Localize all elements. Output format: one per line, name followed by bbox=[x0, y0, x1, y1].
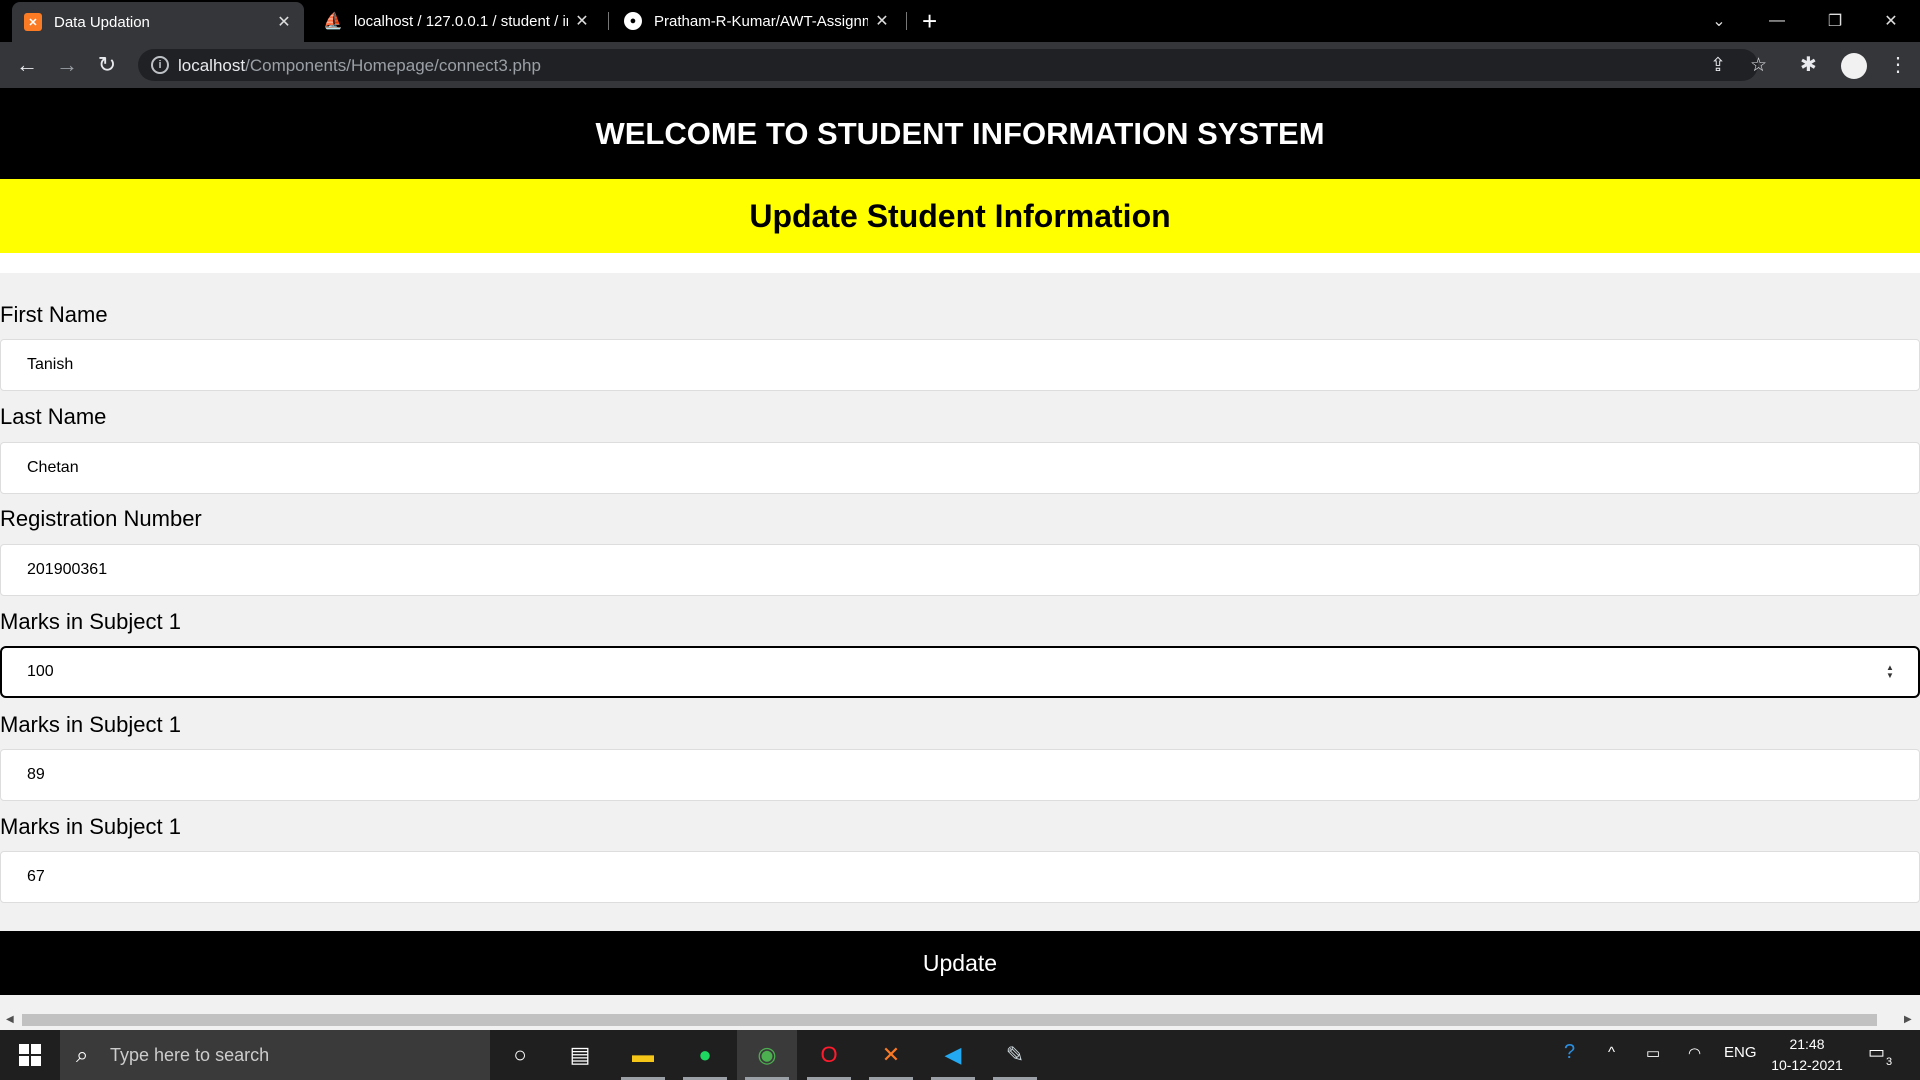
bookmark-star-icon[interactable]: ☆ bbox=[1750, 54, 1767, 77]
extensions-puzzle-icon[interactable]: ✱ bbox=[1800, 52, 1817, 77]
xampp-taskbar-icon[interactable]: ✕ bbox=[861, 1030, 921, 1080]
language-indicator[interactable]: ENG bbox=[1724, 1044, 1757, 1061]
tab-github[interactable]: ● Pratham-R-Kumar/AWT-Assignm ✕ bbox=[612, 0, 902, 42]
marks-subject-2-input[interactable]: 89 bbox=[0, 749, 1920, 801]
close-tab-icon[interactable]: ✕ bbox=[874, 11, 890, 31]
last-name-label: Last Name bbox=[0, 404, 107, 429]
number-spinner-icon[interactable]: ▲ ▼ bbox=[1886, 664, 1896, 680]
marks-subject-1-label: Marks in Subject 1 bbox=[0, 609, 181, 634]
close-tab-icon[interactable]: ✕ bbox=[574, 11, 590, 31]
xampp-icon: ✕ bbox=[24, 13, 42, 31]
search-placeholder: Type here to search bbox=[110, 1045, 270, 1065]
url-path: /Components/Homepage/connect3.php bbox=[245, 56, 541, 75]
clock-time: 21:48 bbox=[1789, 1036, 1825, 1052]
profile-avatar[interactable] bbox=[1841, 53, 1867, 79]
tab-data-updation[interactable]: ✕ Data Updation ✕ bbox=[12, 2, 304, 42]
close-tab-icon[interactable]: ✕ bbox=[276, 12, 292, 32]
paint-icon[interactable]: ✎ bbox=[985, 1030, 1045, 1080]
scroll-right-icon[interactable]: ▶ bbox=[1904, 1014, 1912, 1025]
address-bar[interactable]: i localhost/Components/Homepage/connect3… bbox=[138, 49, 1767, 81]
restore-icon[interactable]: ❐ bbox=[1806, 0, 1864, 42]
taskbar-clock[interactable]: 21:48 10-12-2021 bbox=[1764, 1034, 1850, 1076]
marks-subject-2-label: Marks in Subject 1 bbox=[0, 712, 181, 737]
horizontal-scrollbar[interactable]: ◀ ▶ bbox=[0, 1010, 1920, 1030]
spotify-icon[interactable]: ● bbox=[675, 1030, 735, 1080]
site-header: WELCOME TO STUDENT INFORMATION SYSTEM bbox=[0, 88, 1920, 179]
new-tab-icon[interactable]: + bbox=[922, 6, 937, 37]
battery-icon[interactable]: ▭ bbox=[1646, 1044, 1660, 1062]
tab-title: localhost / 127.0.0.1 / student / ir bbox=[354, 12, 568, 30]
taskbar-search-box[interactable]: ⌕ Type here to search bbox=[60, 1030, 490, 1080]
scrollbar-thumb[interactable] bbox=[22, 1014, 1877, 1026]
tab-divider bbox=[906, 12, 907, 30]
notification-badge: 3 bbox=[1886, 1056, 1893, 1068]
task-view-icon[interactable]: ▤ bbox=[550, 1030, 610, 1080]
clock-date: 10-12-2021 bbox=[1771, 1057, 1843, 1073]
show-hidden-icons-chevron-icon[interactable]: ^ bbox=[1608, 1044, 1615, 1061]
tab-divider bbox=[608, 12, 609, 30]
search-icon: ⌕ bbox=[76, 1042, 89, 1067]
browser-tab-strip: ✕ Data Updation ✕ ⛵ localhost / 127.0.0.… bbox=[0, 0, 1920, 42]
marks-subject-3-label: Marks in Subject 1 bbox=[0, 814, 181, 839]
wifi-icon[interactable]: ◠ bbox=[1688, 1044, 1701, 1062]
last-name-input[interactable]: Chetan bbox=[0, 442, 1920, 494]
marks-subject-1-value: 100 bbox=[27, 663, 54, 680]
tab-title: Data Updation bbox=[54, 13, 150, 31]
tab-search-icon[interactable]: ⌄ bbox=[1690, 0, 1748, 42]
url-text[interactable]: localhost/Components/Homepage/connect3.p… bbox=[178, 56, 541, 76]
first-name-input[interactable]: Tanish bbox=[0, 339, 1920, 391]
marks-subject-3-input[interactable]: 67 bbox=[0, 851, 1920, 903]
registration-number-input[interactable]: 201900361 bbox=[0, 544, 1920, 596]
url-host: localhost bbox=[178, 56, 246, 75]
share-icon[interactable]: ⇪ bbox=[1710, 54, 1726, 77]
minimize-icon[interactable]: — bbox=[1748, 0, 1806, 42]
update-button[interactable]: Update bbox=[0, 931, 1920, 995]
site-info-icon[interactable]: i bbox=[151, 56, 169, 74]
help-icon[interactable]: ? bbox=[1564, 1041, 1575, 1064]
file-explorer-icon[interactable]: ▬ bbox=[613, 1030, 673, 1080]
scroll-left-icon[interactable]: ◀ bbox=[6, 1014, 14, 1025]
close-window-icon[interactable]: ✕ bbox=[1862, 0, 1920, 42]
divider-strip bbox=[0, 253, 1920, 273]
phpmyadmin-icon: ⛵ bbox=[323, 13, 343, 30]
windows-taskbar: ⌕ Type here to search ○ ▤ ▬ ● ◉ O ✕ ◀ ✎ … bbox=[0, 1030, 1920, 1080]
github-icon: ● bbox=[624, 12, 642, 30]
opera-icon[interactable]: O bbox=[799, 1030, 859, 1080]
chrome-icon[interactable]: ◉ bbox=[737, 1030, 797, 1080]
windows-start-icon[interactable] bbox=[0, 1030, 60, 1080]
browser-toolbar: ← → ↻ i localhost/Components/Homepage/co… bbox=[0, 42, 1920, 88]
registration-number-label: Registration Number bbox=[0, 506, 202, 531]
reload-icon[interactable]: ↻ bbox=[92, 50, 122, 80]
tab-phpmyadmin[interactable]: ⛵ localhost / 127.0.0.1 / student / ir ✕ bbox=[312, 0, 602, 42]
page-content: WELCOME TO STUDENT INFORMATION SYSTEM Up… bbox=[0, 88, 1920, 1008]
notifications-icon[interactable]: ▭ bbox=[1868, 1042, 1885, 1063]
page-title: Update Student Information bbox=[0, 179, 1920, 253]
forward-arrow-icon[interactable]: → bbox=[52, 50, 82, 80]
menu-kebab-icon[interactable]: ⋮ bbox=[1888, 52, 1908, 77]
cortana-icon[interactable]: ○ bbox=[490, 1030, 550, 1080]
marks-subject-1-input[interactable]: 100 ▲ ▼ bbox=[0, 646, 1920, 698]
vscode-icon[interactable]: ◀ bbox=[923, 1030, 983, 1080]
first-name-label: First Name bbox=[0, 302, 108, 327]
back-arrow-icon[interactable]: ← bbox=[12, 50, 42, 80]
tab-title: Pratham-R-Kumar/AWT-Assignm bbox=[654, 12, 868, 30]
